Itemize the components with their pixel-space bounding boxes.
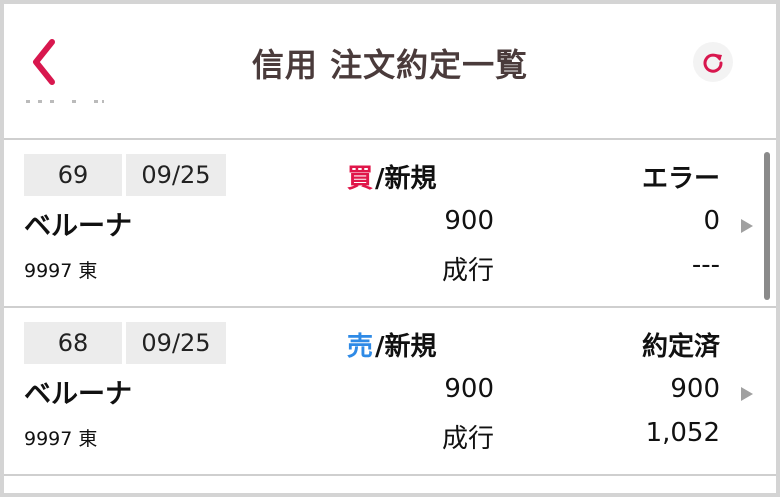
status-label: 約定済 xyxy=(641,332,720,362)
order-row[interactable]: 69 09/25 買/新規 エラー ベルーナ 900 0 9997 東 成行 -… xyxy=(4,142,753,310)
order-quantity: 900 xyxy=(444,374,494,404)
order-row[interactable]: 68 09/25 売/新規 約定済 ベルーナ 900 900 9997 東 成行… xyxy=(4,310,753,478)
stock-name: ベルーナ xyxy=(24,379,132,410)
executed-quantity: 0 xyxy=(703,206,720,236)
order-quantity: 900 xyxy=(444,206,494,236)
refresh-button[interactable] xyxy=(693,42,733,82)
execution-price: 1,052 xyxy=(645,418,720,448)
order-date: 09/25 xyxy=(126,154,226,196)
divider xyxy=(4,138,776,140)
side-label: 売 xyxy=(347,332,374,362)
order-date: 09/25 xyxy=(126,322,226,364)
executed-quantity: 900 xyxy=(670,374,720,404)
execution-condition: 成行 xyxy=(441,256,494,286)
execution-condition: 成行 xyxy=(441,424,494,454)
stock-code-market: 9997 東 xyxy=(24,428,98,450)
order-number: 68 xyxy=(24,322,122,364)
order-kind: /新規 xyxy=(375,332,437,362)
scrollbar[interactable] xyxy=(764,152,770,300)
page-title: 信用 注文約定一覧 xyxy=(251,46,529,84)
status-label: エラー xyxy=(641,164,720,194)
order-type: 買/新規 xyxy=(347,158,437,195)
app-frame: 信用 注文約定一覧 69 09/25 買/新規 エラー ベルーナ 900 0 9… xyxy=(4,4,776,493)
stock-name: ベルーナ xyxy=(24,211,132,242)
scroll-remnant xyxy=(26,100,104,103)
execution-price: --- xyxy=(691,250,720,280)
order-kind: /新規 xyxy=(375,164,437,194)
side-label: 買 xyxy=(347,164,374,194)
chevron-right-icon xyxy=(741,387,753,401)
header: 信用 注文約定一覧 xyxy=(4,4,776,112)
order-number: 69 xyxy=(24,154,122,196)
refresh-icon xyxy=(703,53,723,73)
divider xyxy=(4,306,776,308)
order-type: 売/新規 xyxy=(347,326,437,363)
stock-code-market: 9997 東 xyxy=(24,260,98,282)
chevron-right-icon xyxy=(741,219,753,233)
divider xyxy=(4,474,776,476)
